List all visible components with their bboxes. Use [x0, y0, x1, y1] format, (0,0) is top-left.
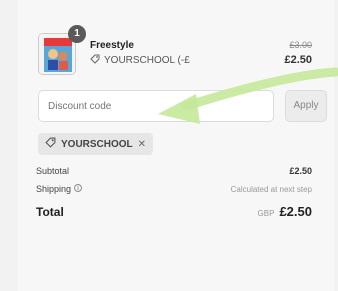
shipping-value: Calculated at next step — [230, 184, 312, 194]
total-row: Total GBP £2.50 — [36, 204, 312, 219]
shipping-label-group: Shipping — [36, 184, 82, 194]
remove-discount-icon[interactable]: ✕ — [138, 139, 146, 150]
quantity-badge: 1 — [68, 25, 86, 43]
currency-code: GBP — [257, 209, 275, 218]
shipping-label: Shipping — [36, 184, 72, 194]
shipping-row: Shipping Calculated at next step — [36, 184, 312, 194]
product-thumbnail: 1 — [38, 25, 86, 75]
order-summary-panel: 1 Freestyle YOURSCHOOL (-£ £3.00 £2.50 A… — [18, 0, 334, 291]
subtotal-row: Subtotal £2.50 — [36, 166, 312, 176]
original-price: £3.00 — [289, 40, 312, 50]
info-icon[interactable] — [73, 184, 82, 194]
product-title: Freestyle — [90, 40, 134, 51]
applied-discount-code: YOURSCHOOL — [61, 138, 133, 150]
subtotal-label: Subtotal — [36, 166, 70, 176]
tag-icon — [45, 137, 56, 151]
applied-discount-chip: YOURSCHOOL ✕ — [38, 133, 154, 155]
total-value: £2.50 — [279, 204, 312, 219]
annotation-arrow-icon — [158, 67, 338, 124]
total-label: Total — [36, 204, 64, 219]
tag-icon — [90, 54, 100, 67]
total-amount: GBP £2.50 — [258, 204, 312, 219]
subtotal-value: £2.50 — [289, 166, 312, 176]
